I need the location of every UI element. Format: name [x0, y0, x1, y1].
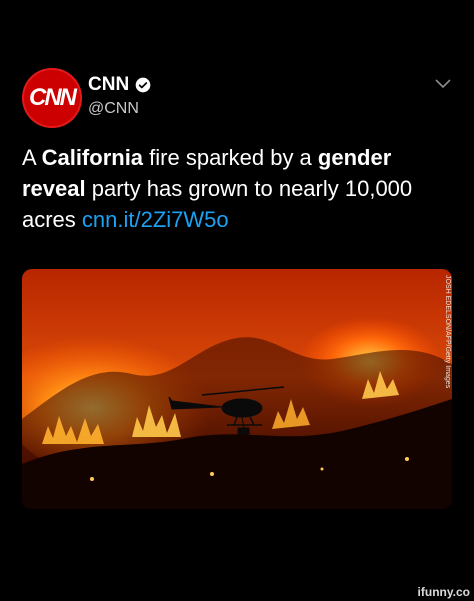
avatar[interactable]: CNN	[22, 68, 82, 128]
chevron-down-icon[interactable]	[434, 76, 452, 90]
verified-icon	[135, 77, 151, 93]
user-name-block: CNN @CNN	[88, 74, 151, 118]
tweet-text-segment: California	[42, 145, 143, 170]
tweet-header: CNN CNN @CNN	[22, 68, 452, 132]
bold-keyword: California	[41, 145, 144, 170]
tweet-text-segment: fire sparked by a	[143, 145, 318, 170]
display-name-row: CNN	[88, 74, 151, 96]
photo-credit: JOSH EDELSON/AFP/Getty Images	[444, 275, 451, 389]
display-name[interactable]: CNN	[88, 74, 129, 96]
tweet-link[interactable]: cnn.it/2Zi7W5o	[82, 207, 229, 232]
tweet-text: A California fire sparked by a gender re…	[22, 142, 452, 235]
user-handle[interactable]: @CNN	[88, 100, 151, 118]
wildfire-photo: JOSH EDELSON/AFP/Getty Images	[22, 269, 452, 509]
tweet-photo[interactable]: JOSH EDELSON/AFP/Getty Images	[22, 269, 452, 509]
tweet-text-segment: A	[22, 145, 42, 170]
avatar-logo-text: CNN	[29, 84, 77, 111]
watermark: ifunny.co	[417, 585, 470, 599]
